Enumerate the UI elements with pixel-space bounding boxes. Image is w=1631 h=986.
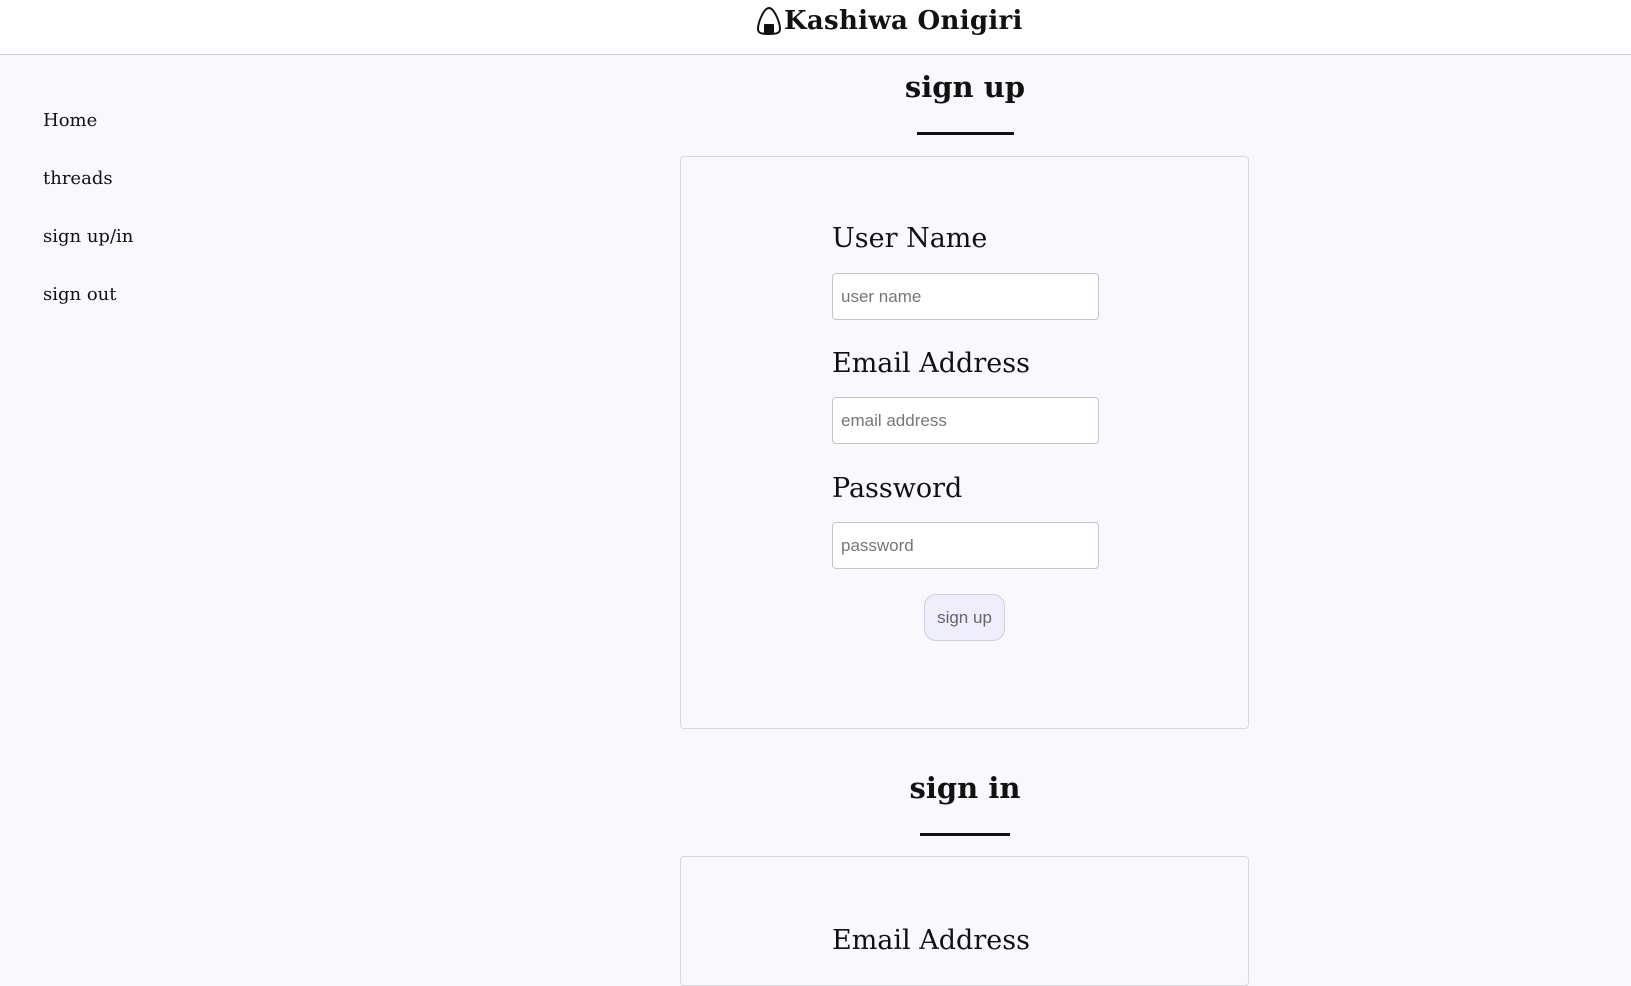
sign-up-button[interactable]: sign up — [924, 594, 1005, 641]
password-label: Password — [832, 473, 963, 504]
signin-title: sign in — [909, 771, 1021, 805]
signup-email-label: Email Address — [832, 348, 1030, 379]
brand[interactable]: Kashiwa Onigiri — [756, 6, 1023, 36]
signup-form-card: User Name Email Address Password sign up — [680, 156, 1249, 729]
signup-email-input[interactable] — [832, 397, 1099, 444]
signin-form-card: Email Address — [680, 856, 1249, 986]
signup-title: sign up — [904, 70, 1026, 104]
username-label: User Name — [832, 223, 988, 254]
password-input[interactable] — [832, 522, 1099, 569]
sidebar-item-home[interactable]: Home — [43, 105, 133, 163]
signin-title-underline — [920, 833, 1010, 836]
username-input[interactable] — [832, 273, 1099, 320]
onigiri-icon — [756, 6, 782, 36]
signup-title-underline — [917, 132, 1014, 135]
brand-name: Kashiwa Onigiri — [784, 6, 1023, 36]
sidebar-item-sign-up-in[interactable]: sign up/in — [43, 221, 133, 279]
sidebar-nav: Home threads sign up/in sign out — [43, 105, 133, 337]
signin-email-label: Email Address — [832, 925, 1030, 956]
sidebar-item-sign-out[interactable]: sign out — [43, 279, 133, 337]
top-header: Kashiwa Onigiri — [0, 0, 1631, 55]
sidebar-item-threads[interactable]: threads — [43, 163, 133, 221]
